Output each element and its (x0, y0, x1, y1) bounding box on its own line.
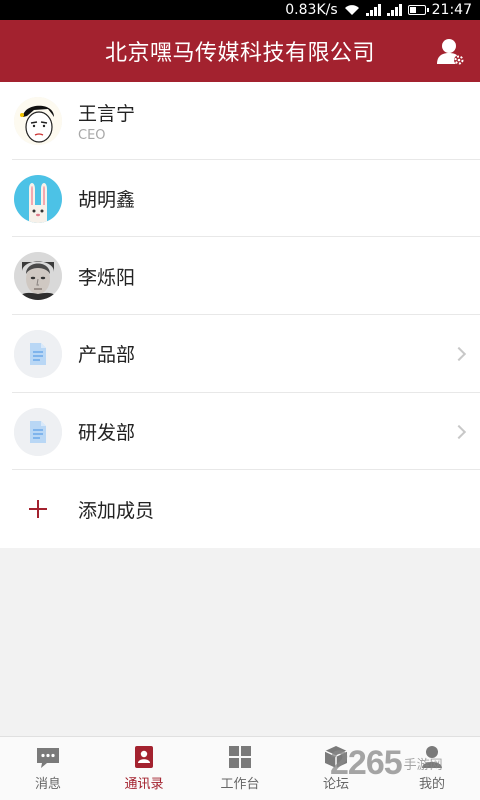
signal-icon (365, 4, 381, 16)
contact-name: 李烁阳 (78, 266, 136, 289)
grid-icon (229, 746, 251, 768)
watermark-digits: 2265 (330, 744, 403, 782)
contact-row-hu[interactable]: 胡明鑫 (0, 160, 480, 238)
tab-label: 通讯录 (124, 777, 164, 792)
chevron-right-icon (451, 346, 467, 361)
battery-icon (407, 5, 429, 15)
network-speed: 0.83K/s (285, 2, 338, 18)
tab-contacts[interactable]: 通讯录 (96, 737, 192, 800)
document-icon (14, 329, 62, 378)
plus-icon (14, 485, 62, 533)
contact-name: 胡明鑫 (78, 189, 136, 212)
status-bar: 0.83K/s 21:47 (0, 0, 480, 20)
tab-label: 消息 (34, 777, 61, 792)
user-settings-icon[interactable] (436, 37, 466, 67)
add-member-label: 添加成员 (78, 499, 155, 522)
department-name: 产品部 (78, 344, 136, 367)
chat-icon (37, 748, 59, 768)
chevron-right-icon (451, 424, 467, 439)
app-header: 北京嘿马传媒科技有限公司 (0, 20, 480, 82)
watermark: 2265 手游网 (330, 744, 443, 783)
page-title: 北京嘿马传媒科技有限公司 (104, 41, 375, 66)
tab-workbench[interactable]: 工作台 (192, 737, 288, 800)
tab-label: 工作台 (220, 777, 260, 792)
avatar (14, 252, 62, 301)
avatar (14, 96, 62, 145)
contact-title: CEO (78, 127, 106, 143)
clock: 21:47 (431, 2, 472, 18)
contact-name: 王言宁 (78, 102, 136, 125)
contact-row-li[interactable]: 李烁阳 (0, 237, 480, 315)
watermark-text: 手游网 (403, 758, 443, 773)
contacts-icon (135, 746, 153, 768)
contact-row-wang[interactable]: 王言宁 CEO (0, 82, 480, 160)
department-name: 研发部 (78, 422, 136, 445)
wifi-icon (344, 5, 359, 15)
signal-icon-2 (386, 4, 402, 16)
add-member-button[interactable]: 添加成员 (0, 470, 480, 548)
avatar (14, 174, 62, 223)
tab-messages[interactable]: 消息 (0, 737, 96, 800)
contact-list: 王言宁 CEO 胡明鑫 李烁阳 产品部 研发部 添加成员 (0, 82, 480, 549)
document-icon (14, 407, 62, 456)
department-row-product[interactable]: 产品部 (0, 315, 480, 393)
department-row-rd[interactable]: 研发部 (0, 393, 480, 471)
